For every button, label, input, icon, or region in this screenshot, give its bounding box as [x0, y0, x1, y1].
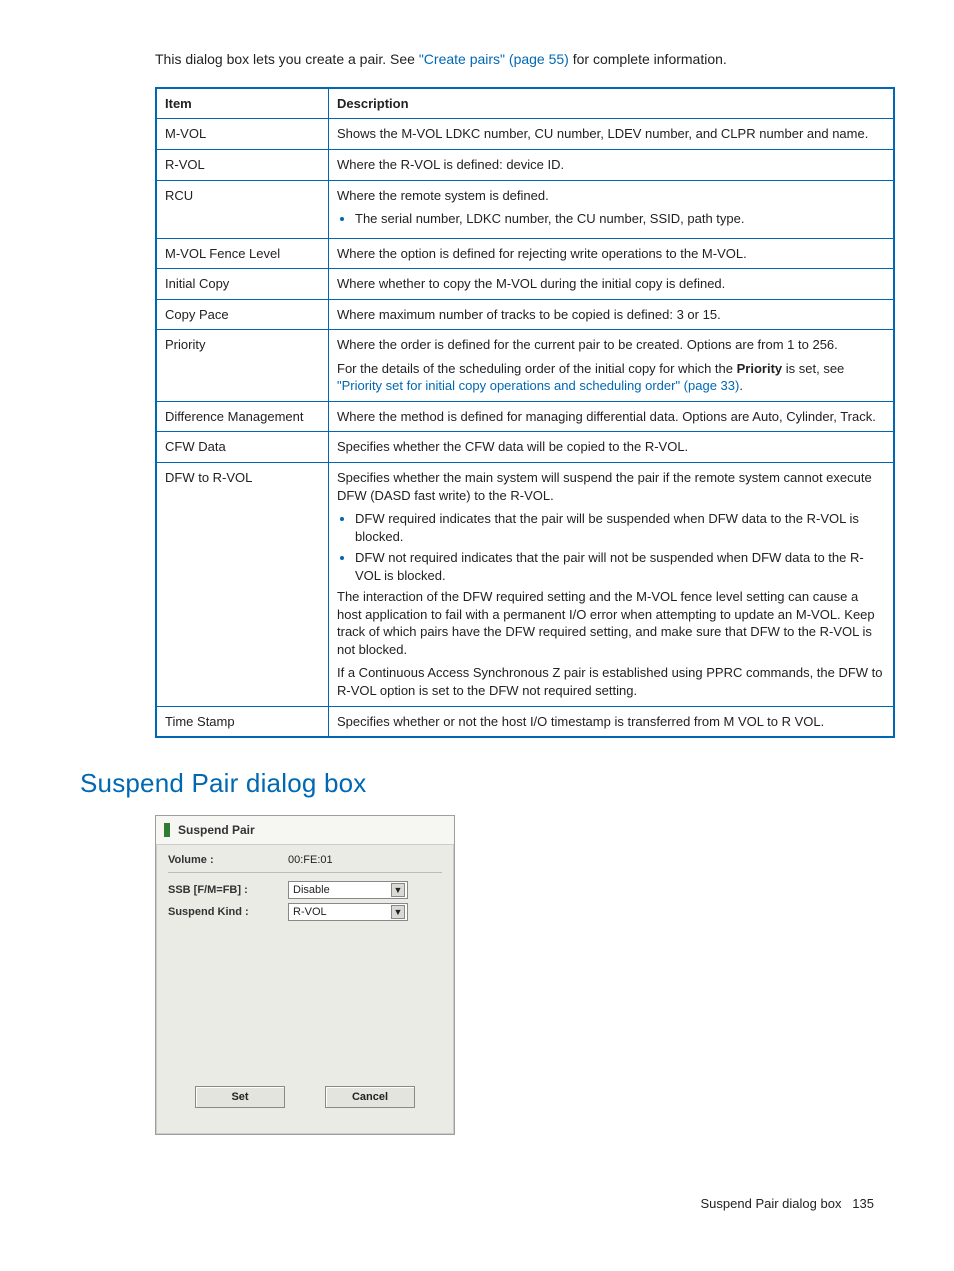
- item-cell: M-VOL Fence Level: [156, 238, 329, 269]
- table-row: CFW Data Specifies whether the CFW data …: [156, 432, 894, 463]
- desc-cell: Where maximum number of tracks to be cop…: [329, 299, 895, 330]
- item-cell: Priority: [156, 330, 329, 402]
- item-cell: Initial Copy: [156, 269, 329, 300]
- table-row: Copy Pace Where maximum number of tracks…: [156, 299, 894, 330]
- table-row: Time Stamp Specifies whether or not the …: [156, 706, 894, 737]
- desc-cell: Where whether to copy the M-VOL during t…: [329, 269, 895, 300]
- intro-before: This dialog box lets you create a pair. …: [155, 51, 419, 67]
- kind-select-value: R-VOL: [293, 905, 327, 920]
- desc-cell: Where the option is defined for rejectin…: [329, 238, 895, 269]
- desc-cell: Specifies whether or not the host I/O ti…: [329, 706, 895, 737]
- item-cell: Copy Pace: [156, 299, 329, 330]
- table-row: R-VOL Where the R-VOL is defined: device…: [156, 149, 894, 180]
- priority-link[interactable]: "Priority set for initial copy operation…: [337, 378, 739, 393]
- volume-label: Volume :: [168, 853, 288, 868]
- cancel-button[interactable]: Cancel: [325, 1086, 415, 1108]
- dialog-icon: [164, 823, 170, 837]
- ssb-label: SSB [F/M=FB] :: [168, 883, 288, 898]
- table-row: RCU Where the remote system is defined. …: [156, 180, 894, 238]
- item-cell: M-VOL: [156, 119, 329, 150]
- intro-after: for complete information.: [569, 51, 727, 67]
- table-row: Difference Management Where the method i…: [156, 401, 894, 432]
- table-row: Priority Where the order is defined for …: [156, 330, 894, 402]
- desc-cell: Where the remote system is defined. The …: [329, 180, 895, 238]
- item-cell: CFW Data: [156, 432, 329, 463]
- item-cell: R-VOL: [156, 149, 329, 180]
- create-pairs-link[interactable]: "Create pairs" (page 55): [419, 51, 569, 67]
- items-table: Item Description M-VOL Shows the M-VOL L…: [155, 87, 895, 738]
- page-number: 135: [852, 1196, 874, 1211]
- section-title: Suspend Pair dialog box: [80, 766, 884, 801]
- desc-cell: Where the method is defined for managing…: [329, 401, 895, 432]
- dialog-titlebar: Suspend Pair: [156, 816, 454, 845]
- volume-value: 00:FE:01: [288, 853, 333, 868]
- table-row: M-VOL Shows the M-VOL LDKC number, CU nu…: [156, 119, 894, 150]
- item-cell: RCU: [156, 180, 329, 238]
- desc-cell: Specifies whether the main system will s…: [329, 463, 895, 707]
- item-cell: Time Stamp: [156, 706, 329, 737]
- desc-cell: Specifies whether the CFW data will be c…: [329, 432, 895, 463]
- item-cell: Difference Management: [156, 401, 329, 432]
- table-row: DFW to R-VOL Specifies whether the main …: [156, 463, 894, 707]
- kind-label: Suspend Kind :: [168, 905, 288, 920]
- desc-cell: Shows the M-VOL LDKC number, CU number, …: [329, 119, 895, 150]
- col-item: Item: [156, 88, 329, 119]
- desc-cell: Where the order is defined for the curre…: [329, 330, 895, 402]
- separator: [168, 872, 442, 873]
- set-button[interactable]: Set: [195, 1086, 285, 1108]
- item-cell: DFW to R-VOL: [156, 463, 329, 707]
- col-desc: Description: [329, 88, 895, 119]
- footer-text: Suspend Pair dialog box: [701, 1196, 842, 1211]
- chevron-down-icon: ▼: [391, 883, 405, 897]
- ssb-select[interactable]: Disable ▼: [288, 881, 408, 899]
- kind-select[interactable]: R-VOL ▼: [288, 903, 408, 921]
- suspend-pair-dialog: Suspend Pair Volume : 00:FE:01 SSB [F/M=…: [155, 815, 455, 1135]
- dialog-title-text: Suspend Pair: [178, 822, 255, 838]
- table-row: M-VOL Fence Level Where the option is de…: [156, 238, 894, 269]
- page-footer: Suspend Pair dialog box 135: [80, 1195, 884, 1213]
- intro-paragraph: This dialog box lets you create a pair. …: [155, 50, 884, 69]
- ssb-select-value: Disable: [293, 883, 330, 898]
- desc-cell: Where the R-VOL is defined: device ID.: [329, 149, 895, 180]
- chevron-down-icon: ▼: [391, 905, 405, 919]
- table-row: Initial Copy Where whether to copy the M…: [156, 269, 894, 300]
